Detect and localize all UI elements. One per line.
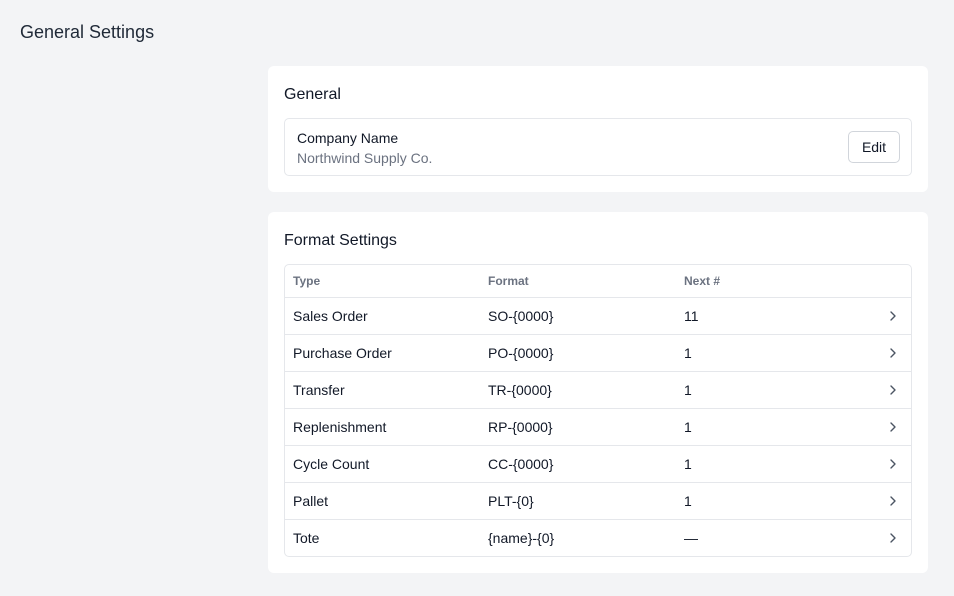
chevron-right-icon: [890, 311, 896, 321]
format-settings-table: Type Format Next # Sales Order SO-{0000}…: [284, 264, 912, 557]
row-next-number: —: [684, 530, 698, 546]
chevron-right-icon: [890, 459, 896, 469]
row-format: {name}-{0}: [488, 530, 555, 546]
column-header-next: Next #: [684, 274, 721, 288]
row-next-number: 1: [684, 419, 692, 435]
table-row-5[interactable]: Pallet PLT-{0} 1: [285, 483, 911, 520]
format-settings-card: Format Settings Type Format Next # Sales…: [268, 212, 928, 573]
table-row-1[interactable]: Purchase Order PO-{0000} 1: [285, 335, 911, 372]
chevron-right-icon: [890, 348, 896, 358]
row-format: PO-{0000}: [488, 345, 554, 361]
row-format: TR-{0000}: [488, 382, 552, 398]
row-type: Sales Order: [293, 308, 368, 324]
row-format: CC-{0000}: [488, 456, 554, 472]
company-name-label: Company Name: [297, 130, 399, 146]
row-type: Purchase Order: [293, 345, 392, 361]
row-next-number: 11: [684, 308, 699, 324]
edit-company-name-button[interactable]: Edit: [848, 131, 900, 163]
general-card-title: General: [284, 86, 341, 103]
chevron-right-icon: [890, 385, 896, 395]
table-header: Type Format Next #: [285, 265, 911, 298]
table-row-0[interactable]: Sales Order SO-{0000} 11: [285, 298, 911, 335]
table-row-2[interactable]: Transfer TR-{0000} 1: [285, 372, 911, 409]
row-type: Replenishment: [293, 419, 387, 435]
chevron-right-icon: [890, 533, 896, 543]
chevron-right-icon: [890, 422, 896, 432]
row-type: Transfer: [293, 382, 345, 398]
chevron-right-icon: [890, 496, 896, 506]
table-row-6[interactable]: Tote {name}-{0} —: [285, 520, 911, 556]
column-header-type: Type: [293, 274, 321, 288]
row-next-number: 1: [684, 345, 692, 361]
column-header-format: Format: [488, 274, 529, 288]
row-next-number: 1: [684, 493, 692, 509]
row-next-number: 1: [684, 456, 692, 472]
table-row-4[interactable]: Cycle Count CC-{0000} 1: [285, 446, 911, 483]
table-row-3[interactable]: Replenishment RP-{0000} 1: [285, 409, 911, 446]
row-type: Cycle Count: [293, 456, 370, 472]
row-type: Pallet: [293, 493, 329, 509]
general-card: General Company Name Northwind Supply Co…: [268, 66, 928, 192]
row-type: Tote: [293, 530, 320, 546]
row-format: RP-{0000}: [488, 419, 553, 435]
format-settings-title: Format Settings: [284, 232, 397, 249]
row-format: SO-{0000}: [488, 308, 554, 324]
company-name-field: Company Name Northwind Supply Co. Edit: [284, 118, 912, 176]
company-name-value: Northwind Supply Co.: [297, 150, 433, 166]
row-format: PLT-{0}: [488, 493, 534, 509]
row-next-number: 1: [684, 382, 692, 398]
page-title: General Settings: [20, 22, 155, 42]
